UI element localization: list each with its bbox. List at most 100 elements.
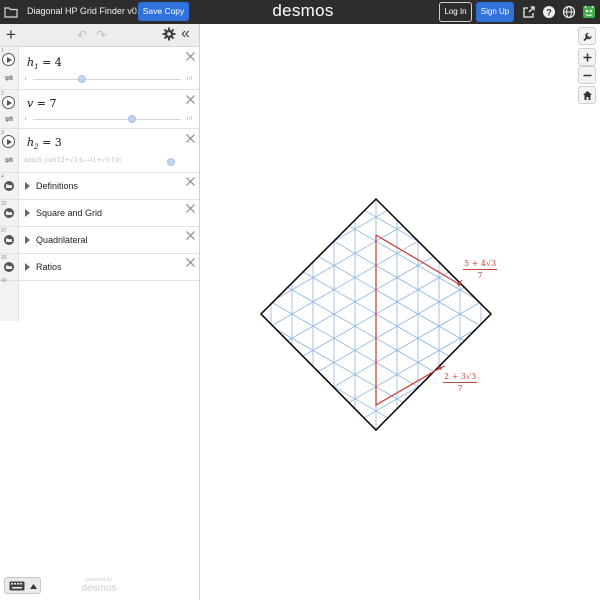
top-bar: Diagonal HP Grid Finder v0.2 Save Copy d…	[0, 0, 600, 24]
folder-square-and-grid[interactable]: 22 Square and Grid	[0, 200, 199, 227]
folder-quadrilateral[interactable]: 27 Quadrilateral	[0, 227, 199, 254]
folder-ratios[interactable]: 33 Ratios	[0, 254, 199, 281]
add-expression-icon[interactable]: +	[6, 25, 16, 45]
zoom-in-icon	[583, 53, 592, 62]
graph-canvas[interactable]	[200, 24, 600, 600]
gear-icon[interactable]	[162, 27, 176, 41]
folder-definitions[interactable]: 4 Definitions	[0, 173, 199, 200]
graph-settings-button[interactable]	[578, 27, 596, 45]
delete-folder-icon[interactable]	[185, 176, 196, 187]
slider-max[interactable]: 10	[186, 116, 192, 122]
expression-list: + ↶ ↷ « 1 h1 = 4 1 10 2 v = 7 1 10 3 h2 …	[0, 24, 200, 600]
expand-arrow-icon[interactable]	[25, 182, 30, 190]
play-slider-icon[interactable]	[2, 135, 15, 148]
expression-formula[interactable]: h1 = 4	[27, 56, 62, 71]
folder-icon[interactable]	[4, 5, 18, 19]
expression-number: 33	[1, 255, 7, 261]
undo-icon[interactable]: ↶	[77, 28, 87, 42]
expression-gutter: 22	[0, 200, 19, 226]
slider-track[interactable]	[33, 119, 181, 120]
folder-label[interactable]: Ratios	[36, 262, 62, 272]
share-icon[interactable]	[522, 5, 536, 19]
expression-number: 3	[1, 130, 4, 136]
delete-expression-icon[interactable]	[185, 94, 196, 105]
folder-label[interactable]: Square and Grid	[36, 208, 102, 218]
expression-formula[interactable]: h2 = 3	[27, 136, 62, 151]
delete-folder-icon[interactable]	[185, 257, 196, 268]
delete-folder-icon[interactable]	[185, 203, 196, 214]
expression-number: 22	[1, 201, 7, 207]
expression-toolbar: + ↶ ↷ «	[0, 24, 199, 47]
play-slider-icon[interactable]	[2, 96, 15, 109]
expression-number: 27	[1, 228, 7, 234]
slider-max-expression[interactable]: min(S_cut(12+√3·h₁−(1+√3·1)))	[24, 157, 122, 164]
graph-drawing[interactable]	[200, 24, 600, 600]
folder-label[interactable]: Quadrilateral	[36, 235, 88, 245]
expression-gutter: 33	[0, 254, 19, 280]
expression-number: 4	[1, 174, 4, 180]
expand-arrow-icon[interactable]	[25, 236, 30, 244]
expand-arrow-icon[interactable]	[25, 263, 30, 271]
empty-expression[interactable]	[0, 281, 19, 321]
slider-track[interactable]	[33, 79, 181, 80]
slider-handle[interactable]	[77, 75, 86, 83]
grid-line	[261, 199, 491, 344]
expression-gutter: 2	[0, 90, 19, 128]
globe-icon[interactable]	[562, 5, 576, 19]
expression-slider-v[interactable]: 2 v = 7 1 10	[0, 90, 199, 129]
slider-min[interactable]: 1	[24, 116, 27, 122]
zoom-in-button[interactable]	[578, 48, 596, 66]
quad-vertex-point[interactable]	[438, 366, 442, 370]
zoom-out-icon	[583, 74, 592, 77]
label-bottom-ratio[interactable]: 2 + 3√3 7	[443, 372, 478, 393]
label-denominator: 7	[477, 271, 483, 280]
grid-line	[261, 230, 491, 430]
play-slider-icon[interactable]	[2, 53, 15, 66]
help-icon[interactable]: ?	[542, 5, 556, 19]
powered-by-desmos[interactable]: powered by desmos	[78, 577, 120, 594]
expression-slider-h2[interactable]: 3 h2 = 3 min(S_cut(12+√3·h₁−(1+√3·1)))	[0, 129, 199, 173]
save-copy-button[interactable]: Save Copy	[138, 2, 189, 21]
expression-gutter: 4	[0, 173, 19, 199]
expression-gutter: 27	[0, 227, 19, 253]
expression-formula[interactable]: v = 7	[27, 97, 56, 112]
slider-max[interactable]: 10	[186, 76, 192, 82]
loop-mode-icon[interactable]	[4, 115, 14, 123]
grid-line	[261, 266, 491, 430]
loop-mode-icon[interactable]	[4, 156, 14, 164]
desmos-logo: desmos	[272, 1, 334, 20]
log-in-button[interactable]: Log In	[439, 2, 472, 22]
folder-icon[interactable]	[3, 235, 15, 245]
delete-folder-icon[interactable]	[185, 230, 196, 241]
home-button[interactable]	[578, 86, 596, 104]
folder-label[interactable]: Definitions	[36, 181, 78, 191]
zoom-out-button[interactable]	[578, 66, 596, 84]
folder-icon[interactable]	[3, 208, 15, 218]
delete-expression-icon[interactable]	[185, 51, 196, 62]
slider-handle[interactable]	[128, 115, 137, 123]
grid-line	[261, 199, 491, 362]
redo-icon[interactable]: ↷	[96, 28, 106, 42]
desmos-footer-logo: desmos	[81, 583, 117, 594]
slider-value: 7	[49, 97, 57, 110]
label-top-ratio[interactable]: 5 + 4√3 7	[463, 259, 498, 280]
collapse-panel-icon[interactable]: «	[181, 24, 190, 44]
label-numerator: 2 + 3√3	[443, 372, 478, 383]
graph-title[interactable]: Diagonal HP Grid Finder v0.2	[27, 6, 144, 16]
user-avatar-icon[interactable]	[582, 5, 596, 19]
grid-line	[261, 266, 491, 430]
loop-mode-icon[interactable]	[4, 74, 14, 82]
slider-min[interactable]: 1	[24, 76, 27, 82]
expression-number: 2	[1, 91, 4, 97]
keyboard-toggle-button[interactable]	[4, 577, 41, 594]
folder-icon[interactable]	[3, 262, 15, 272]
expression-slider-h1[interactable]: 1 h1 = 4 1 10	[0, 47, 199, 90]
grid-line	[261, 199, 491, 326]
quad-edge-top	[375, 234, 460, 285]
sign-up-button[interactable]: Sign Up	[476, 2, 514, 22]
delete-expression-icon[interactable]	[185, 133, 196, 144]
slider-handle[interactable]	[166, 158, 175, 166]
expand-arrow-icon[interactable]	[25, 209, 30, 217]
folder-icon[interactable]	[3, 181, 15, 191]
quad-vertex-point[interactable]	[457, 282, 461, 286]
